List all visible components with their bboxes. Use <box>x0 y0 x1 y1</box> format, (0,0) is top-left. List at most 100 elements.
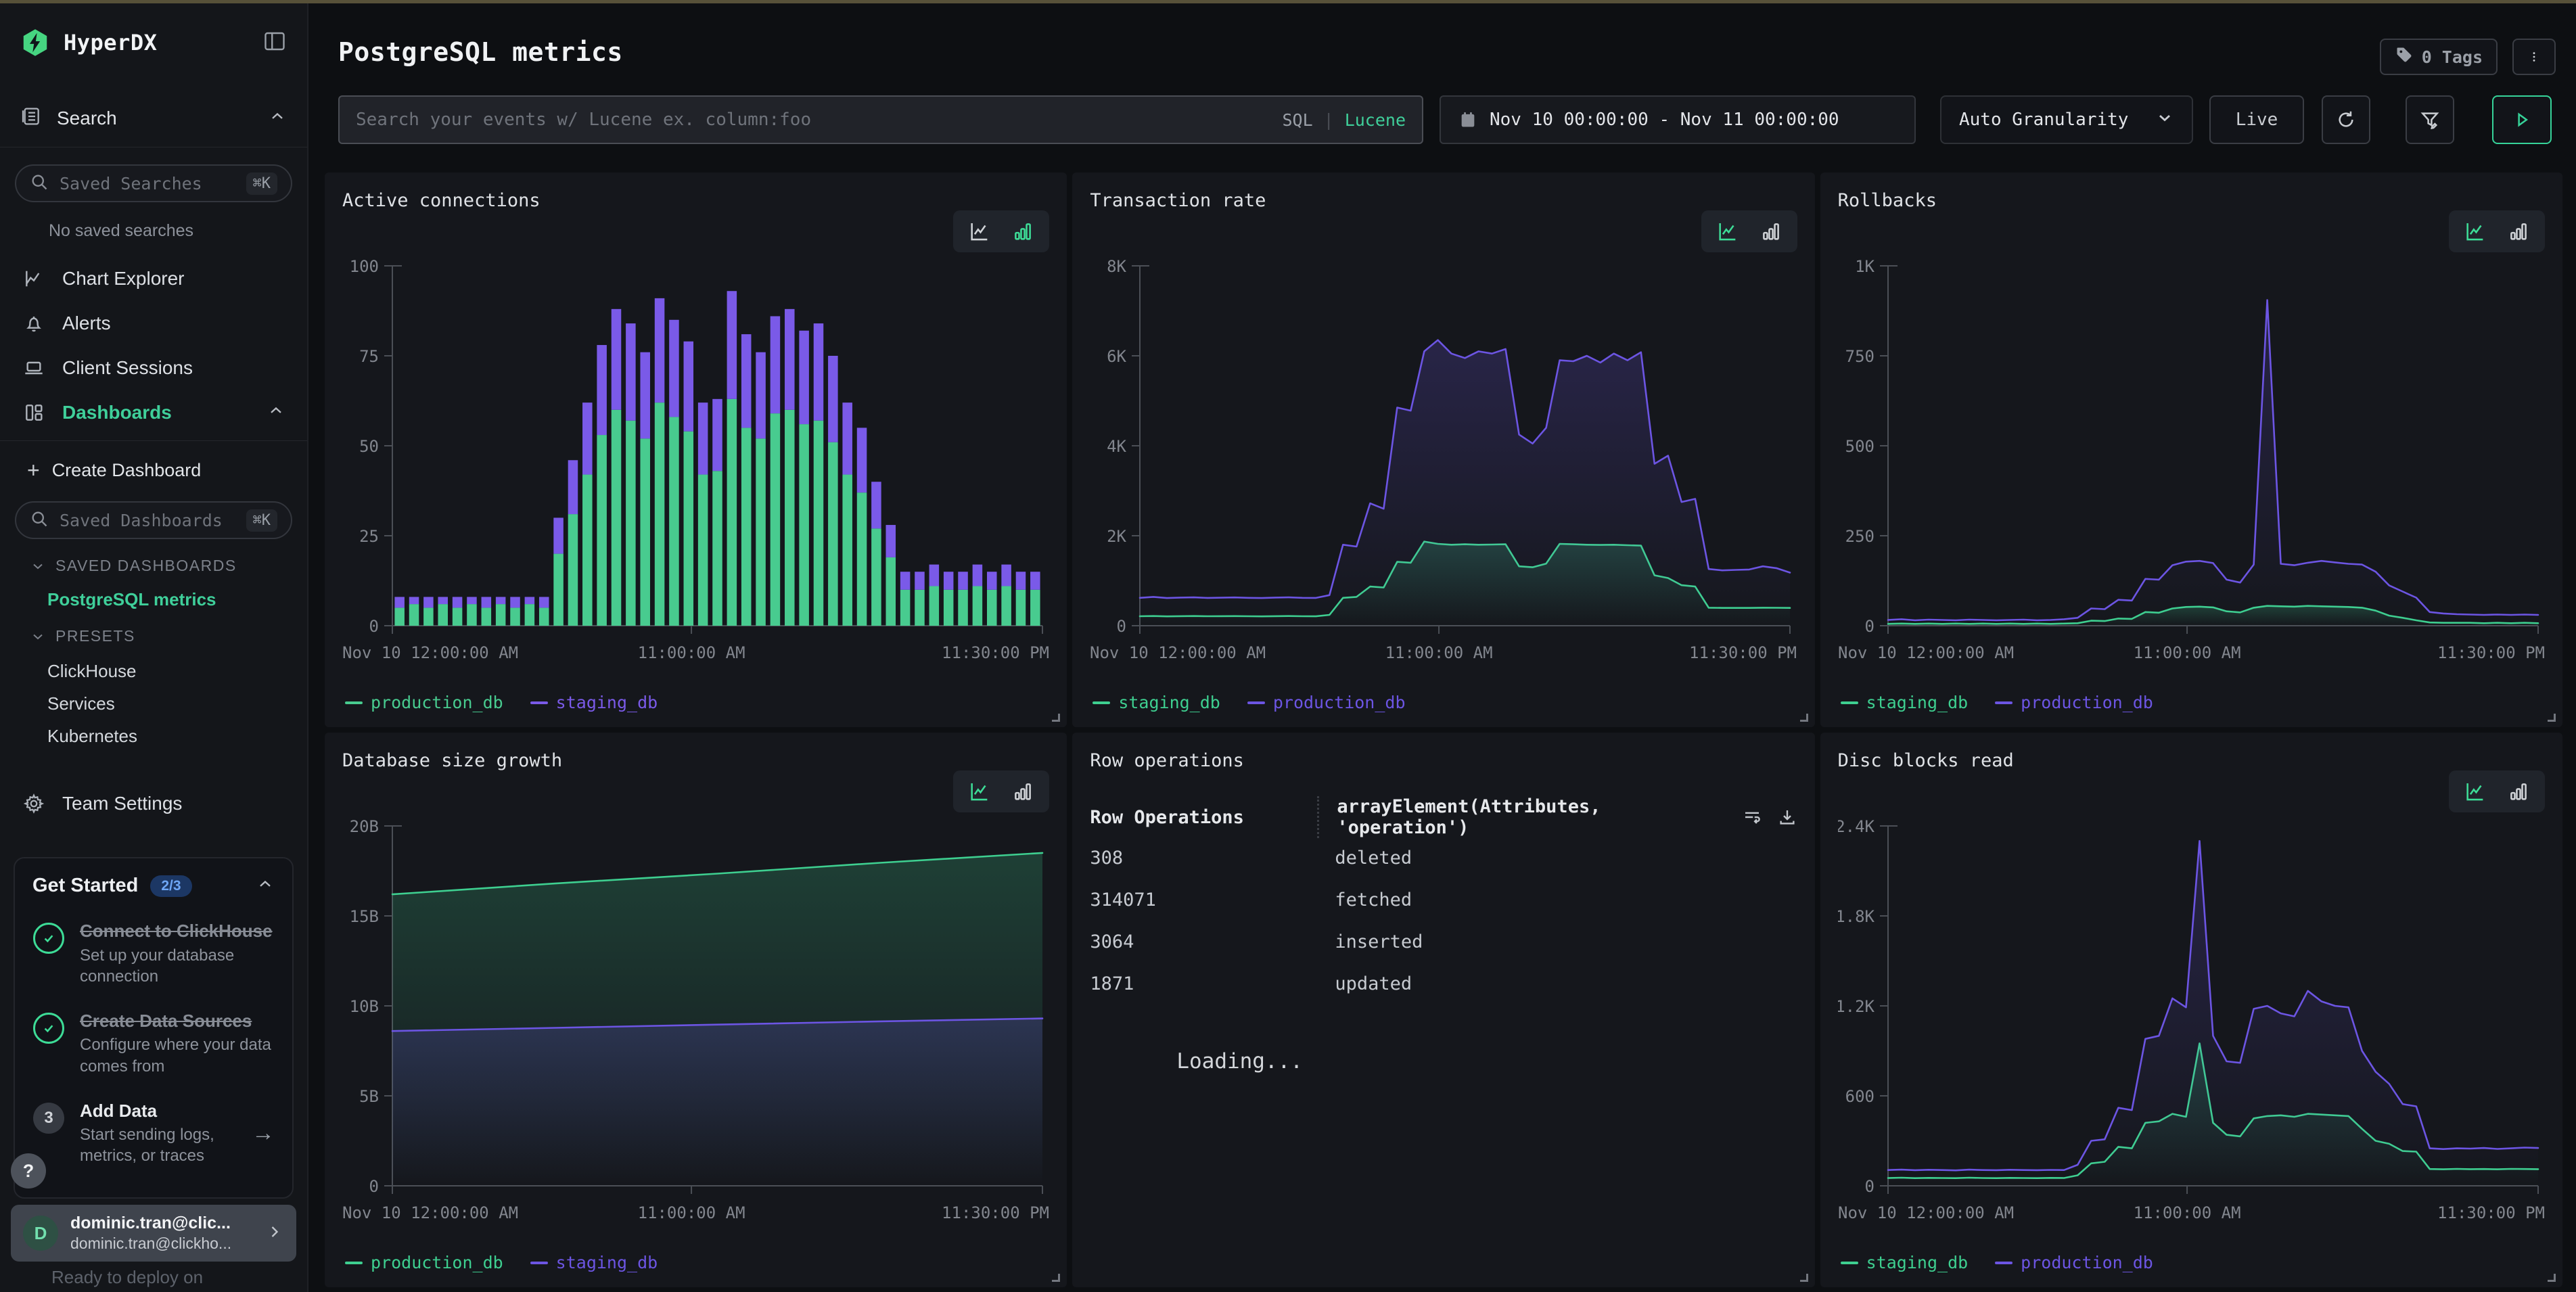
legend-item-production_db[interactable]: production_db <box>1247 693 1406 712</box>
table-column-header[interactable]: Row Operations <box>1090 807 1317 828</box>
cell-count: 314071 <box>1090 890 1317 910</box>
sidebar-item-client-sessions[interactable]: Client Sessions <box>0 347 307 389</box>
bar-chart-icon[interactable] <box>1011 780 1034 803</box>
get-started-card: Get Started 2/3 Connect to ClickHouse Se… <box>14 857 294 1199</box>
bar-chart-icon[interactable] <box>2507 220 2530 243</box>
user-account-chip[interactable]: D dominic.tran@clic... dominic.tran@clic… <box>11 1205 296 1262</box>
run-query-button[interactable] <box>2492 95 2552 144</box>
download-icon[interactable] <box>1777 807 1797 827</box>
help-button[interactable]: ? <box>11 1153 46 1189</box>
bar-chart-icon[interactable] <box>1760 220 1782 243</box>
panel-disc-blocks-read: Disc blocks read2.4K1.8K1.2K6000Nov 10 1… <box>1820 733 2562 1287</box>
bar-chart-icon[interactable] <box>1011 220 1034 243</box>
create-dashboard-button[interactable]: + Create Dashboard <box>0 451 307 489</box>
chart-type-toggle[interactable] <box>953 210 1049 252</box>
svg-text:0: 0 <box>369 1177 379 1196</box>
presets-section[interactable]: PRESETS <box>0 627 307 645</box>
panel-resize-handle[interactable] <box>1800 1274 1808 1282</box>
line-chart-icon[interactable] <box>2464 220 2487 243</box>
filter-edit-button[interactable] <box>2406 95 2454 144</box>
svg-text:11:30:00 PM: 11:30:00 PM <box>942 643 1049 662</box>
legend-dash <box>1092 701 1110 704</box>
sql-option[interactable]: SQL <box>1282 110 1312 130</box>
avatar: D <box>23 1216 58 1251</box>
chart-type-toggle[interactable] <box>2449 210 2545 252</box>
legend-item-production_db[interactable]: production_db <box>1995 693 2153 712</box>
sidebar-item-chart-explorer[interactable]: Chart Explorer <box>0 258 307 300</box>
sidebar-item-alerts[interactable]: Alerts <box>0 302 307 344</box>
sidebar-item-kubernetes[interactable]: Kubernetes <box>0 719 307 753</box>
legend-label: production_db <box>371 1253 503 1272</box>
panel-resize-handle[interactable] <box>2548 1274 2556 1282</box>
chevron-up-icon[interactable] <box>267 401 285 425</box>
sidebar-item-postgresql-metrics[interactable]: PostgreSQL metrics <box>0 582 307 616</box>
saved-dashboards-input[interactable]: Saved Dashboards ⌘K <box>15 501 292 539</box>
bar-chart-icon[interactable] <box>2507 780 2530 803</box>
svg-text:10B: 10B <box>350 997 379 1016</box>
sidebar-item-team-settings[interactable]: Team Settings <box>0 783 307 825</box>
query-language-toggle[interactable]: SQL | Lucene <box>1282 110 1406 130</box>
legend-item-production_db[interactable]: production_db <box>1995 1253 2153 1272</box>
legend-item-staging_db[interactable]: staging_db <box>530 1253 658 1272</box>
tags-button[interactable]: 0 Tags <box>2380 39 2498 75</box>
svg-text:11:00:00 AM: 11:00:00 AM <box>638 1203 745 1222</box>
sidebar-collapse-icon[interactable] <box>262 29 287 57</box>
legend-item-staging_db[interactable]: staging_db <box>1092 693 1220 712</box>
live-button[interactable]: Live <box>2209 95 2304 144</box>
granularity-select[interactable]: Auto Granularity <box>1940 95 2193 144</box>
panel-resize-handle[interactable] <box>1800 714 1808 722</box>
table-row[interactable]: 3064inserted <box>1090 921 1797 963</box>
panel-resize-handle[interactable] <box>2548 714 2556 722</box>
lucene-option[interactable]: Lucene <box>1345 110 1406 130</box>
legend-item-staging_db[interactable]: staging_db <box>1841 1253 1969 1272</box>
laptop-icon <box>22 357 46 379</box>
table-row[interactable]: 308deleted <box>1090 837 1797 879</box>
legend-dash <box>1995 701 2013 704</box>
refresh-button[interactable] <box>2322 95 2370 144</box>
divider <box>0 440 307 441</box>
panel-rollbacks: Rollbacks1K7505002500Nov 10 12:00:00 AM1… <box>1820 172 2562 727</box>
panel-resize-handle[interactable] <box>1052 714 1060 722</box>
svg-text:11:30:00 PM: 11:30:00 PM <box>2437 643 2545 662</box>
event-search-input[interactable]: Search your events w/ Lucene ex. column:… <box>338 95 1423 144</box>
saved-dashboards-section[interactable]: SAVED DASHBOARDS <box>0 557 307 575</box>
table-row[interactable]: 1871updated <box>1090 963 1797 1005</box>
cell-operation: deleted <box>1317 848 1797 869</box>
sidebar-item-search[interactable]: Search <box>0 98 307 139</box>
chart-type-toggle[interactable] <box>2449 770 2545 812</box>
sidebar-item-clickhouse[interactable]: ClickHouse <box>0 654 307 688</box>
legend-item-production_db[interactable]: production_db <box>345 1253 503 1272</box>
legend-item-production_db[interactable]: production_db <box>345 693 503 712</box>
svg-text:Nov 10 12:00:00 AM: Nov 10 12:00:00 AM <box>1838 643 2014 662</box>
chevron-up-icon[interactable] <box>256 875 275 897</box>
get-started-step-sources[interactable]: Create Data Sources Configure where your… <box>32 1010 275 1077</box>
row-operations-table: Row OperationsarrayElement(Attributes, '… <box>1090 798 1797 1074</box>
legend-item-staging_db[interactable]: staging_db <box>1841 693 1969 712</box>
panel-resize-handle[interactable] <box>1052 1274 1060 1282</box>
get-started-header[interactable]: Get Started 2/3 <box>32 875 275 897</box>
get-started-step-add-data[interactable]: 3 Add Data Start sending logs, metrics, … <box>32 1100 275 1167</box>
tags-label: 0 Tags <box>2422 47 2483 67</box>
line-chart-icon[interactable] <box>968 220 991 243</box>
chart-type-toggle[interactable] <box>953 770 1049 812</box>
legend-item-staging_db[interactable]: staging_db <box>530 693 658 712</box>
brand-row: HyperDX <box>0 24 307 62</box>
check-circle-icon <box>33 1013 64 1044</box>
chevron-up-icon[interactable] <box>268 107 287 131</box>
panel-title: Active connections <box>342 190 540 211</box>
line-chart-icon[interactable] <box>2464 780 2487 803</box>
date-range-picker[interactable]: Nov 10 00:00:00 - Nov 11 00:00:00 <box>1440 95 1916 144</box>
more-options-button[interactable] <box>2512 39 2556 75</box>
table-row[interactable]: 314071fetched <box>1090 879 1797 921</box>
line-chart-icon[interactable] <box>968 780 991 803</box>
sidebar-item-label: Client Sessions <box>62 357 193 379</box>
get-started-step-connect[interactable]: Connect to ClickHouse Set up your databa… <box>32 920 275 987</box>
svg-text:500: 500 <box>1845 437 1874 456</box>
line-chart-icon[interactable] <box>1716 220 1739 243</box>
chart-type-toggle[interactable] <box>1701 210 1797 252</box>
saved-searches-input[interactable]: Saved Searches ⌘K <box>15 164 292 202</box>
sidebar-item-services[interactable]: Services <box>0 687 307 720</box>
expand-rows-icon[interactable] <box>1742 807 1762 827</box>
table-column-header[interactable]: arrayElement(Attributes, 'operation') <box>1317 796 1726 838</box>
sidebar-item-dashboards[interactable]: Dashboards <box>0 392 307 434</box>
